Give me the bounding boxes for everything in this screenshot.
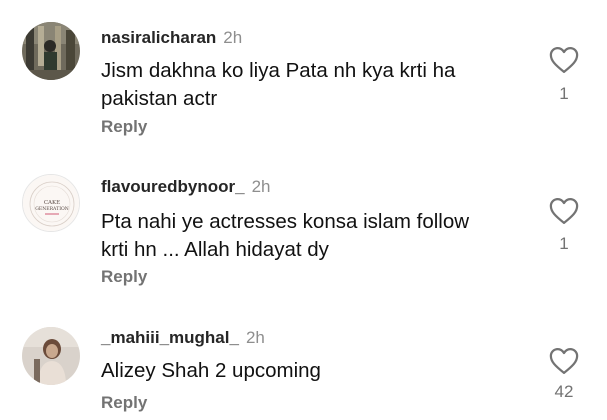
comment-header: _mahiii_mughal_ 2h: [101, 328, 265, 348]
avatar[interactable]: CAKE GENERATION: [22, 174, 80, 232]
comment-header: nasiralicharan 2h: [101, 28, 242, 48]
like-count: 1: [559, 84, 569, 103]
like-button[interactable]: [549, 197, 579, 225]
user-photo-avatar-icon: [22, 22, 80, 80]
svg-text:GENERATION: GENERATION: [35, 206, 69, 212]
username[interactable]: nasiralicharan: [101, 28, 216, 47]
avatar[interactable]: [22, 22, 80, 80]
heart-icon: [549, 47, 579, 73]
comment-header: flavouredbynoor_ 2h: [101, 177, 271, 197]
like-button[interactable]: [549, 46, 579, 74]
timestamp: 2h: [251, 177, 271, 196]
comment-item: CAKE GENERATION flavouredbynoor_ 2h Pta n…: [0, 150, 607, 300]
heart-icon: [549, 348, 579, 374]
heart-icon: [549, 198, 579, 224]
cake-generation-logo-icon: CAKE GENERATION: [23, 175, 79, 231]
comment-text: Pta nahi ye actresses konsa islam follow…: [101, 210, 470, 261]
username[interactable]: flavouredbynoor_: [101, 177, 245, 196]
svg-text:CAKE: CAKE: [44, 200, 60, 206]
reply-button[interactable]: Reply: [101, 393, 147, 413]
like-count: 42: [554, 382, 574, 401]
user-photo-avatar-icon: [22, 327, 80, 385]
username[interactable]: _mahiii_mughal_: [101, 328, 239, 347]
timestamp: 2h: [223, 28, 243, 47]
timestamp: 2h: [245, 328, 265, 347]
comment-text: Alizey Shah 2 upcoming: [101, 359, 321, 382]
like-count: 1: [559, 234, 569, 253]
comment-item: nasiralicharan 2h Jism dakhna ko liya Pat…: [0, 0, 607, 150]
avatar[interactable]: [22, 327, 80, 385]
comment-text: Jism dakhna ko liya Pata nh kya krti ha …: [101, 59, 456, 110]
reply-button[interactable]: Reply: [101, 267, 147, 287]
comment-item: _mahiii_mughal_ 2h Alizey Shah 2 upcoming…: [0, 300, 607, 420]
reply-button[interactable]: Reply: [101, 117, 147, 137]
like-button[interactable]: [549, 347, 579, 375]
